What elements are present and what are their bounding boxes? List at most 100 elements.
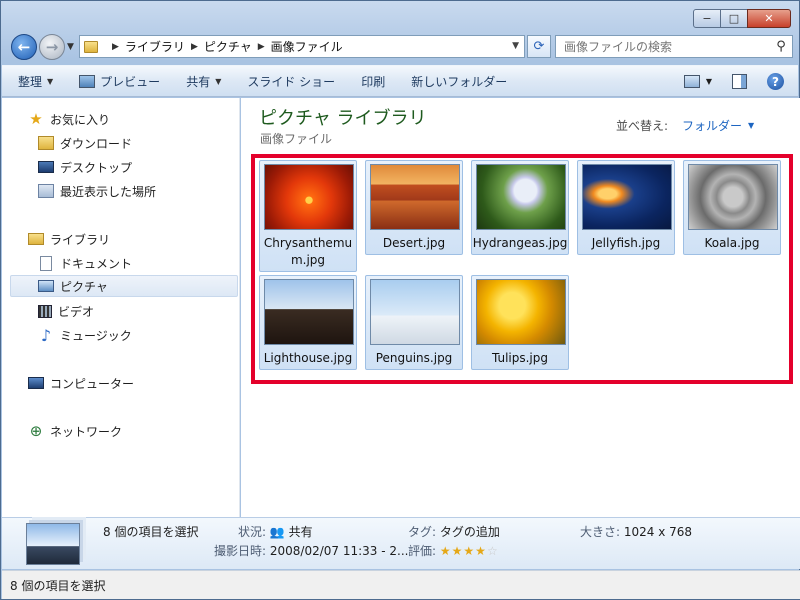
file-name: Desert.jpg [382,236,446,250]
network-icon: ⊕ [29,422,43,440]
back-button[interactable]: ← [11,34,37,60]
forward-button[interactable]: → [39,34,65,60]
file-item-desert[interactable]: Desert.jpg [365,160,463,255]
file-name: Koala.jpg [704,236,760,250]
nav-item-label: ピクチャ [60,279,108,294]
computer-icon [28,377,44,389]
address-bar[interactable]: ▶ ライブラリ ▶ ピクチャ ▶ 画像ファイル ▼ [79,35,525,58]
close-button[interactable]: ✕ [747,9,791,28]
search-input[interactable] [556,39,770,54]
preview-button[interactable]: プレビュー [79,73,160,90]
date-value: 2008/02/07 11:33 - 2... [269,544,409,558]
star-filled-icon[interactable]: ★ [452,544,464,558]
size-value: 1024 x 768 [623,525,693,539]
nav-item-documents[interactable]: ドキュメント [38,252,228,274]
star-filled-icon[interactable]: ★ [440,544,452,558]
star-filled-icon[interactable]: ★ [463,544,475,558]
file-item-chrysanthemum[interactable]: Chrysanthemu m.jpg [259,160,357,272]
refresh-button[interactable]: ⟳ [527,35,551,58]
nav-item-pictures[interactable]: ピクチャ [10,275,238,297]
maximize-button[interactable]: □ [720,9,748,28]
nav-item-music[interactable]: ♪ ミュージック [38,324,228,346]
change-view-icon[interactable] [683,75,700,88]
breadcrumb-libraries[interactable]: ライブラリ [125,38,185,55]
file-item-koala[interactable]: Koala.jpg [683,160,781,255]
desktop-icon [38,161,54,173]
date-key: 撮影日時: [214,544,267,558]
nav-item-label: ライブラリ [50,232,111,247]
help-icon[interactable]: ? [767,73,784,90]
thumbnail-image [582,164,672,230]
size-key: 大きさ: [580,525,621,539]
preview-pane-icon[interactable] [732,74,747,89]
nav-item-label: ダウンロード [60,136,133,151]
star-empty-icon[interactable]: ☆ [487,544,499,558]
slideshow-button[interactable]: スライド ショー [247,73,335,90]
selection-stack-thumbnail [26,523,80,565]
nav-item-computer[interactable]: コンピューター [28,372,228,394]
nav-item-videos[interactable]: ビデオ [38,300,228,322]
arrange-by-label: 並べ替え: [616,119,669,133]
minimize-button[interactable]: − [693,9,721,28]
breadcrumb-pictures[interactable]: ピクチャ [204,38,252,55]
arrange-by-dropdown[interactable]: フォルダー ▼ [682,117,754,134]
recent-pages-button[interactable]: ▼ [67,42,74,52]
arrange-by-value: フォルダー [682,119,743,133]
chevron-right-icon: ▶ [257,41,265,52]
folder-icon [84,40,98,53]
print-button[interactable]: 印刷 [361,73,385,90]
new-folder-button[interactable]: 新しいフォルダー [411,73,507,90]
nav-item-network[interactable]: ⊕ ネットワーク [28,420,228,442]
nav-item-downloads[interactable]: ダウンロード [38,132,228,154]
thumbnail-image [370,279,460,345]
preview-label: プレビュー [100,74,161,89]
chevron-down-icon: ▼ [748,121,755,130]
organize-button[interactable]: 整理 ▼ [18,73,53,90]
thumbnail-image [370,164,460,230]
nav-item-favorites[interactable]: ★ お気に入り [28,108,228,130]
nav-item-recent-places[interactable]: 最近表示した場所 [38,180,228,202]
search-icon[interactable]: ⚲ [770,39,792,54]
rating-field: 評価: ★★★★☆ [408,542,499,559]
nav-item-label: ビデオ [58,304,95,319]
libraries-icon [28,233,44,245]
file-item-penguins[interactable]: Penguins.jpg [365,275,463,370]
document-icon [38,255,54,271]
window-controls: − □ ✕ [693,9,791,28]
status-value: 共有 [288,525,313,539]
command-bar-right: ▼ ? [683,73,784,90]
details-pane: 8 個の項目を選択 状況: 👥 共有 タグ: タグの追加 大きさ: 1024 x… [2,517,800,569]
nav-item-desktop[interactable]: デスクトップ [38,156,228,178]
star-filled-icon[interactable]: ★ [475,544,487,558]
recent-places-icon [38,184,54,198]
explorer-window: − □ ✕ ← → ▼ ▶ ライブラリ ▶ ピクチャ ▶ 画像ファイル ▼ ⟳ … [0,0,800,600]
chevron-right-icon: ▶ [190,41,198,52]
refresh-icon: ⟳ [533,39,545,54]
thumbnail-image [476,279,566,345]
content-pane: ピクチャ ライブラリ 画像ファイル 並べ替え: フォルダー ▼ Chrysanth… [241,98,800,517]
tags-value[interactable]: タグの追加 [440,525,500,539]
nav-item-libraries[interactable]: ライブラリ [28,228,228,250]
thumbnail-image [264,279,354,345]
navigation-pane: ★ お気に入り ダウンロード デスクトップ 最近表示した場所 ライブラリ ドキュメ… [2,98,240,517]
address-dropdown-icon[interactable]: ▼ [512,41,519,51]
file-name: Jellyfish.jpg [591,236,661,250]
nav-item-label: コンピューター [50,376,135,391]
rating-stars[interactable]: ★★★★☆ [440,544,499,558]
breadcrumb-image-files[interactable]: 画像ファイル [271,38,343,55]
nav-item-label: 最近表示した場所 [60,184,157,199]
file-name-line: Chrysanthemu [263,236,353,250]
arrow-left-icon: ← [17,38,31,56]
star-icon: ★ [29,110,43,128]
share-users-icon: 👥 [269,525,285,539]
chevron-right-icon: ▶ [112,41,119,52]
status-bar: 8 個の項目を選択 [2,570,800,599]
chevron-down-icon[interactable]: ▼ [706,77,712,86]
library-title: ピクチャ ライブラリ [259,108,427,129]
file-item-hydrangeas[interactable]: Hydrangeas.jpg [471,160,569,255]
status-key: 状況: [238,525,267,539]
file-item-lighthouse[interactable]: Lighthouse.jpg [259,275,357,370]
share-button[interactable]: 共有 ▼ [186,73,221,90]
file-item-tulips[interactable]: Tulips.jpg [471,275,569,370]
file-item-jellyfish[interactable]: Jellyfish.jpg [577,160,675,255]
